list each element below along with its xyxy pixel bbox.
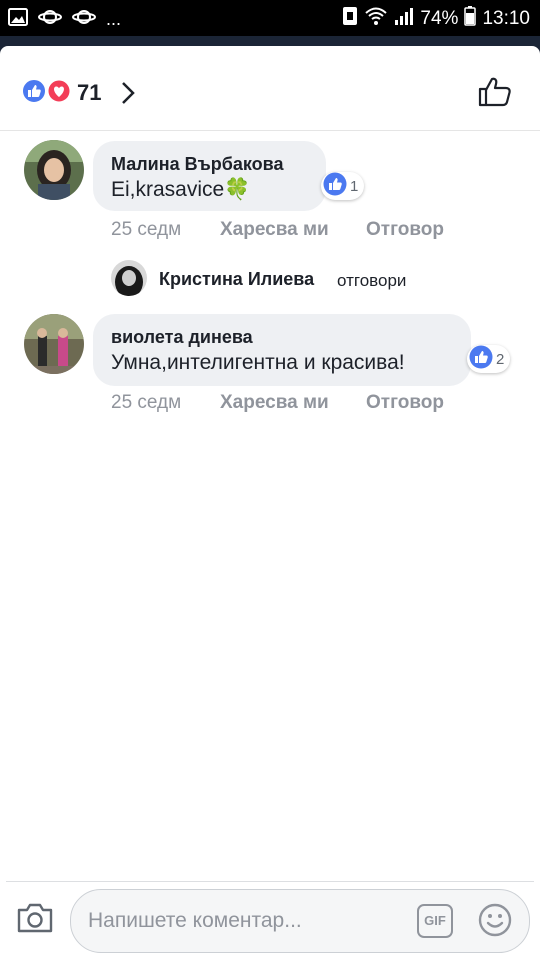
love-reaction-icon: [46, 78, 72, 108]
image-notification-icon: [8, 8, 28, 31]
comment-bubble[interactable]: [93, 314, 471, 386]
reply-avatar: [111, 260, 147, 296]
planet-icon: [72, 8, 96, 31]
comment-time: 25 седм: [111, 219, 182, 240]
planet-icon: [38, 8, 62, 31]
nfc-icon: [342, 6, 358, 32]
like-reaction-icon: [22, 79, 46, 108]
reply-author: Кристина Илиева: [159, 269, 315, 289]
avatar[interactable]: [24, 140, 84, 200]
comments-sheet: 71 Малина Върбакова Ei,krasavice🍀 1 25 с…: [0, 46, 540, 960]
like-reaction-icon: [469, 345, 493, 374]
thumbs-up-icon[interactable]: [478, 76, 512, 113]
status-bar: ... 74% 13:10: [0, 0, 540, 36]
comment-input[interactable]: Напишете коментар... GIF: [70, 889, 530, 953]
status-bar-system: 74% 13:10: [342, 6, 530, 32]
like-reaction-icon: [323, 172, 347, 201]
comment-input-placeholder: Напишете коментар...: [88, 909, 302, 932]
reactions-count: 71: [77, 80, 102, 105]
clock: 13:10: [482, 8, 530, 29]
comment-author[interactable]: виолета динева: [111, 327, 253, 348]
reply-button[interactable]: Отговор: [366, 219, 444, 241]
battery-percentage: 74%: [420, 8, 459, 29]
avatar[interactable]: [24, 314, 84, 374]
camera-icon[interactable]: [16, 902, 54, 939]
comment-like-count[interactable]: 1: [321, 172, 365, 201]
comment-text: Ei,krasavice🍀: [111, 178, 251, 201]
chevron-right-icon[interactable]: [120, 80, 136, 111]
emoji-icon[interactable]: [478, 903, 512, 942]
reply-button[interactable]: Отговор: [366, 392, 444, 414]
like-button[interactable]: Харесва ми: [220, 219, 329, 241]
like-count: 2: [496, 350, 505, 368]
composer-divider: [6, 881, 534, 882]
divider: [0, 130, 540, 131]
like-button[interactable]: Харесва ми: [220, 392, 329, 414]
comment-text: Умна,интелигентна и красива!: [111, 351, 405, 374]
battery-icon: [464, 6, 477, 32]
gif-button[interactable]: GIF: [417, 904, 453, 938]
like-count: 1: [350, 177, 359, 195]
status-bar-notifications: ...: [8, 8, 121, 31]
comment-like-count[interactable]: 2: [467, 345, 511, 374]
comment-author[interactable]: Малина Върбакова: [111, 154, 283, 175]
comment-time: 25 седм: [111, 392, 182, 413]
reactions-summary[interactable]: 71: [0, 46, 540, 130]
signal-icon: [394, 6, 414, 32]
more-notifications: ...: [106, 9, 122, 29]
reply-verb: отговори: [337, 271, 407, 290]
wifi-icon: [364, 6, 388, 32]
